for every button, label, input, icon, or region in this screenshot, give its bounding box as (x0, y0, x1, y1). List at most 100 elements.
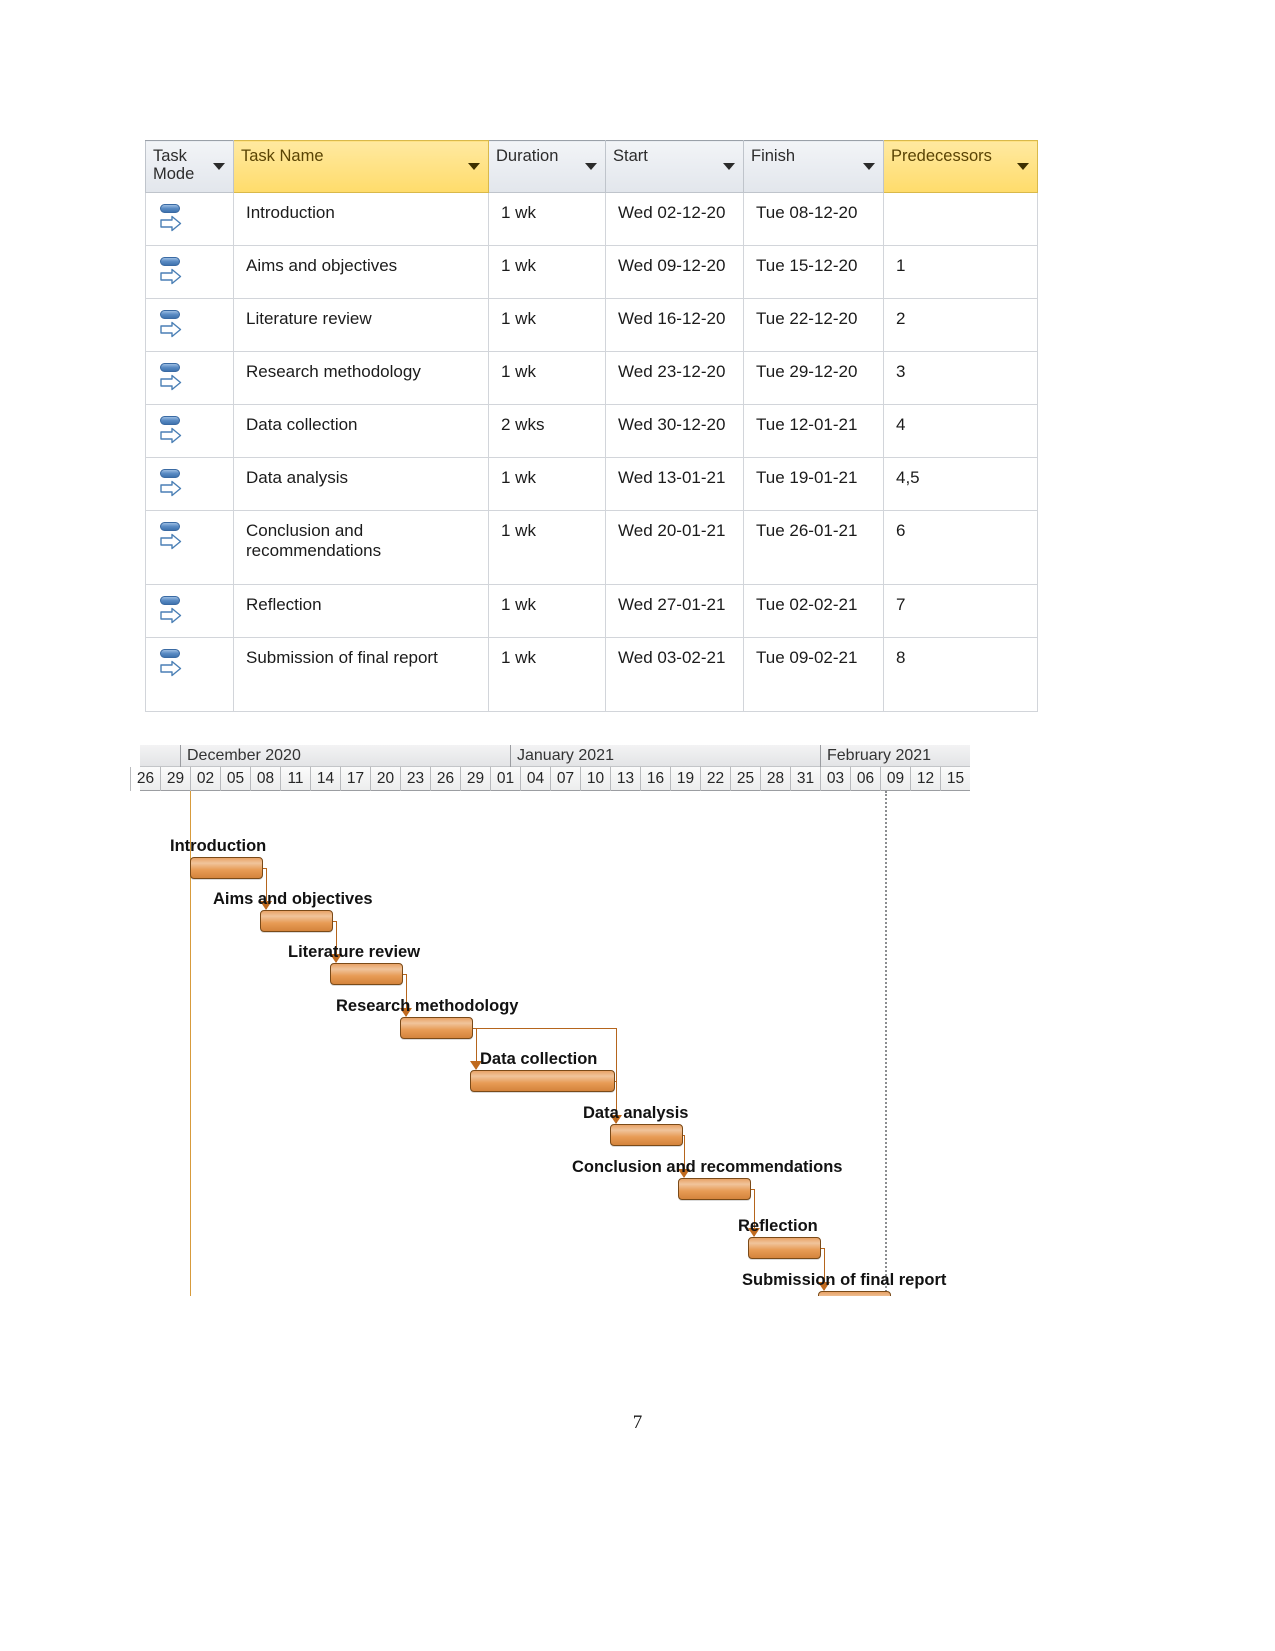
filter-dropdown-icon[interactable] (213, 163, 225, 170)
gantt-task-bar[interactable] (818, 1291, 891, 1296)
gantt-day-tick: 31 (790, 767, 820, 791)
cell-task-mode[interactable] (145, 510, 234, 585)
column-header-start[interactable]: Start (605, 140, 744, 193)
gantt-day-tick: 22 (700, 767, 730, 791)
cell-finish[interactable]: Tue 29-12-20 (743, 351, 884, 405)
gantt-day-tick: 10 (580, 767, 610, 791)
gantt-day-tick: 14 (310, 767, 340, 791)
cell-finish[interactable]: Tue 09-02-21 (743, 637, 884, 712)
column-header-finish[interactable]: Finish (743, 140, 884, 193)
column-header-task-mode[interactable]: Task Mode (145, 140, 234, 193)
gantt-bar-label: Introduction (170, 837, 267, 855)
cell-task-name[interactable]: Literature review (233, 298, 489, 352)
table-row[interactable]: Research methodology 1 wk Wed 23-12-20 Tue … (145, 351, 1038, 405)
column-header-duration[interactable]: Duration (488, 140, 606, 193)
cell-finish[interactable]: Tue 26-01-21 (743, 510, 884, 585)
cell-task-name[interactable]: Submission of final report (233, 637, 489, 712)
table-row[interactable]: Data collection 2 wks Wed 30-12-20 Tue 12-0… (145, 404, 1038, 458)
cell-task-mode[interactable] (145, 192, 234, 246)
task-mode-bar-shape (160, 649, 180, 658)
cell-task-name[interactable]: Research methodology (233, 351, 489, 405)
table-row[interactable]: Reflection 1 wk Wed 27-01-21 Tue 02-02-21 7 (145, 584, 1038, 638)
cell-finish[interactable]: Tue 12-01-21 (743, 404, 884, 458)
table-row[interactable]: Literature review 1 wk Wed 16-12-20 Tue 22-… (145, 298, 1038, 352)
gantt-task-bar[interactable] (190, 857, 263, 879)
cell-duration[interactable]: 1 wk (488, 584, 606, 638)
gantt-task-bar[interactable] (330, 963, 403, 985)
table-row[interactable]: Introduction 1 wk Wed 02-12-20 Tue 08-12-20 (145, 192, 1038, 246)
gantt-task-bar[interactable] (678, 1178, 751, 1200)
cell-task-mode[interactable] (145, 637, 234, 712)
cell-duration[interactable]: 1 wk (488, 192, 606, 246)
filter-dropdown-icon[interactable] (863, 163, 875, 170)
cell-finish[interactable]: Tue 19-01-21 (743, 457, 884, 511)
cell-start[interactable]: Wed 20-01-21 (605, 510, 744, 585)
filter-dropdown-icon[interactable] (1017, 163, 1029, 170)
cell-task-name[interactable]: Data collection (233, 404, 489, 458)
cell-task-mode[interactable] (145, 245, 234, 299)
gantt-day-tick: 17 (340, 767, 370, 791)
cell-finish[interactable]: Tue 02-02-21 (743, 584, 884, 638)
cell-predecessors[interactable]: 1 (883, 245, 1038, 299)
cell-finish[interactable]: Tue 15-12-20 (743, 245, 884, 299)
cell-predecessors[interactable]: 4,5 (883, 457, 1038, 511)
cell-predecessors[interactable]: 6 (883, 510, 1038, 585)
cell-duration[interactable]: 1 wk (488, 510, 606, 585)
cell-task-name[interactable]: Data analysis (233, 457, 489, 511)
gantt-day-tick: 02 (190, 767, 220, 791)
gantt-task-bar[interactable] (470, 1070, 615, 1092)
cell-start[interactable]: Wed 13-01-21 (605, 457, 744, 511)
gantt-day-tick: 26 (130, 767, 160, 791)
filter-dropdown-icon[interactable] (585, 163, 597, 170)
filter-dropdown-icon[interactable] (723, 163, 735, 170)
gantt-day-tick: 09 (880, 767, 910, 791)
cell-start[interactable]: Wed 03-02-21 (605, 637, 744, 712)
cell-finish[interactable]: Tue 22-12-20 (743, 298, 884, 352)
cell-predecessors[interactable]: 7 (883, 584, 1038, 638)
gantt-task-bar[interactable] (400, 1017, 473, 1039)
cell-task-name[interactable]: Aims and objectives (233, 245, 489, 299)
gantt-task-bar[interactable] (610, 1124, 683, 1146)
cell-predecessors[interactable]: 8 (883, 637, 1038, 712)
cell-task-name[interactable]: Introduction (233, 192, 489, 246)
gantt-task-bar[interactable] (748, 1237, 821, 1259)
cell-task-mode[interactable] (145, 351, 234, 405)
cell-predecessors[interactable] (883, 192, 1038, 246)
cell-duration[interactable]: 1 wk (488, 457, 606, 511)
gantt-day-tick: 03 (820, 767, 850, 791)
cell-start[interactable]: Wed 09-12-20 (605, 245, 744, 299)
cell-start[interactable]: Wed 02-12-20 (605, 192, 744, 246)
cell-start[interactable]: Wed 16-12-20 (605, 298, 744, 352)
cell-task-mode[interactable] (145, 457, 234, 511)
cell-predecessors[interactable]: 2 (883, 298, 1038, 352)
cell-task-mode[interactable] (145, 404, 234, 458)
cell-start[interactable]: Wed 30-12-20 (605, 404, 744, 458)
cell-start[interactable]: Wed 23-12-20 (605, 351, 744, 405)
cell-duration[interactable]: 1 wk (488, 298, 606, 352)
cell-duration[interactable]: 1 wk (488, 245, 606, 299)
gantt-bar-label: Literature review (288, 943, 421, 961)
filter-dropdown-icon[interactable] (468, 163, 480, 170)
cell-duration[interactable]: 1 wk (488, 351, 606, 405)
task-mode-arrow-shape (160, 427, 182, 444)
cell-task-mode[interactable] (145, 298, 234, 352)
table-row[interactable]: Aims and objectives 1 wk Wed 09-12-20 Tue 1… (145, 245, 1038, 299)
cell-duration[interactable]: 1 wk (488, 637, 606, 712)
cell-task-mode[interactable] (145, 584, 234, 638)
cell-finish[interactable]: Tue 08-12-20 (743, 192, 884, 246)
column-header-task-name[interactable]: Task Name (233, 140, 489, 193)
table-row[interactable]: Data analysis 1 wk Wed 13-01-21 Tue 19-01-2… (145, 457, 1038, 511)
cell-start[interactable]: Wed 27-01-21 (605, 584, 744, 638)
table-row[interactable]: Submission of final report 1 wk Wed 03-02-… (145, 637, 1038, 712)
cell-predecessors[interactable]: 3 (883, 351, 1038, 405)
gantt-day-tick: 29 (160, 767, 190, 791)
task-mode-bar-shape (160, 257, 180, 266)
column-header-predecessors[interactable]: Predecessors (883, 140, 1038, 193)
task-mode-arrow-shape (160, 660, 182, 677)
table-row[interactable]: Conclusion and recommendations 1 wk Wed 20… (145, 510, 1038, 585)
gantt-task-bar[interactable] (260, 910, 333, 932)
cell-task-name[interactable]: Reflection (233, 584, 489, 638)
cell-duration[interactable]: 2 wks (488, 404, 606, 458)
cell-task-name[interactable]: Conclusion and recommendations (233, 510, 489, 585)
cell-predecessors[interactable]: 4 (883, 404, 1038, 458)
